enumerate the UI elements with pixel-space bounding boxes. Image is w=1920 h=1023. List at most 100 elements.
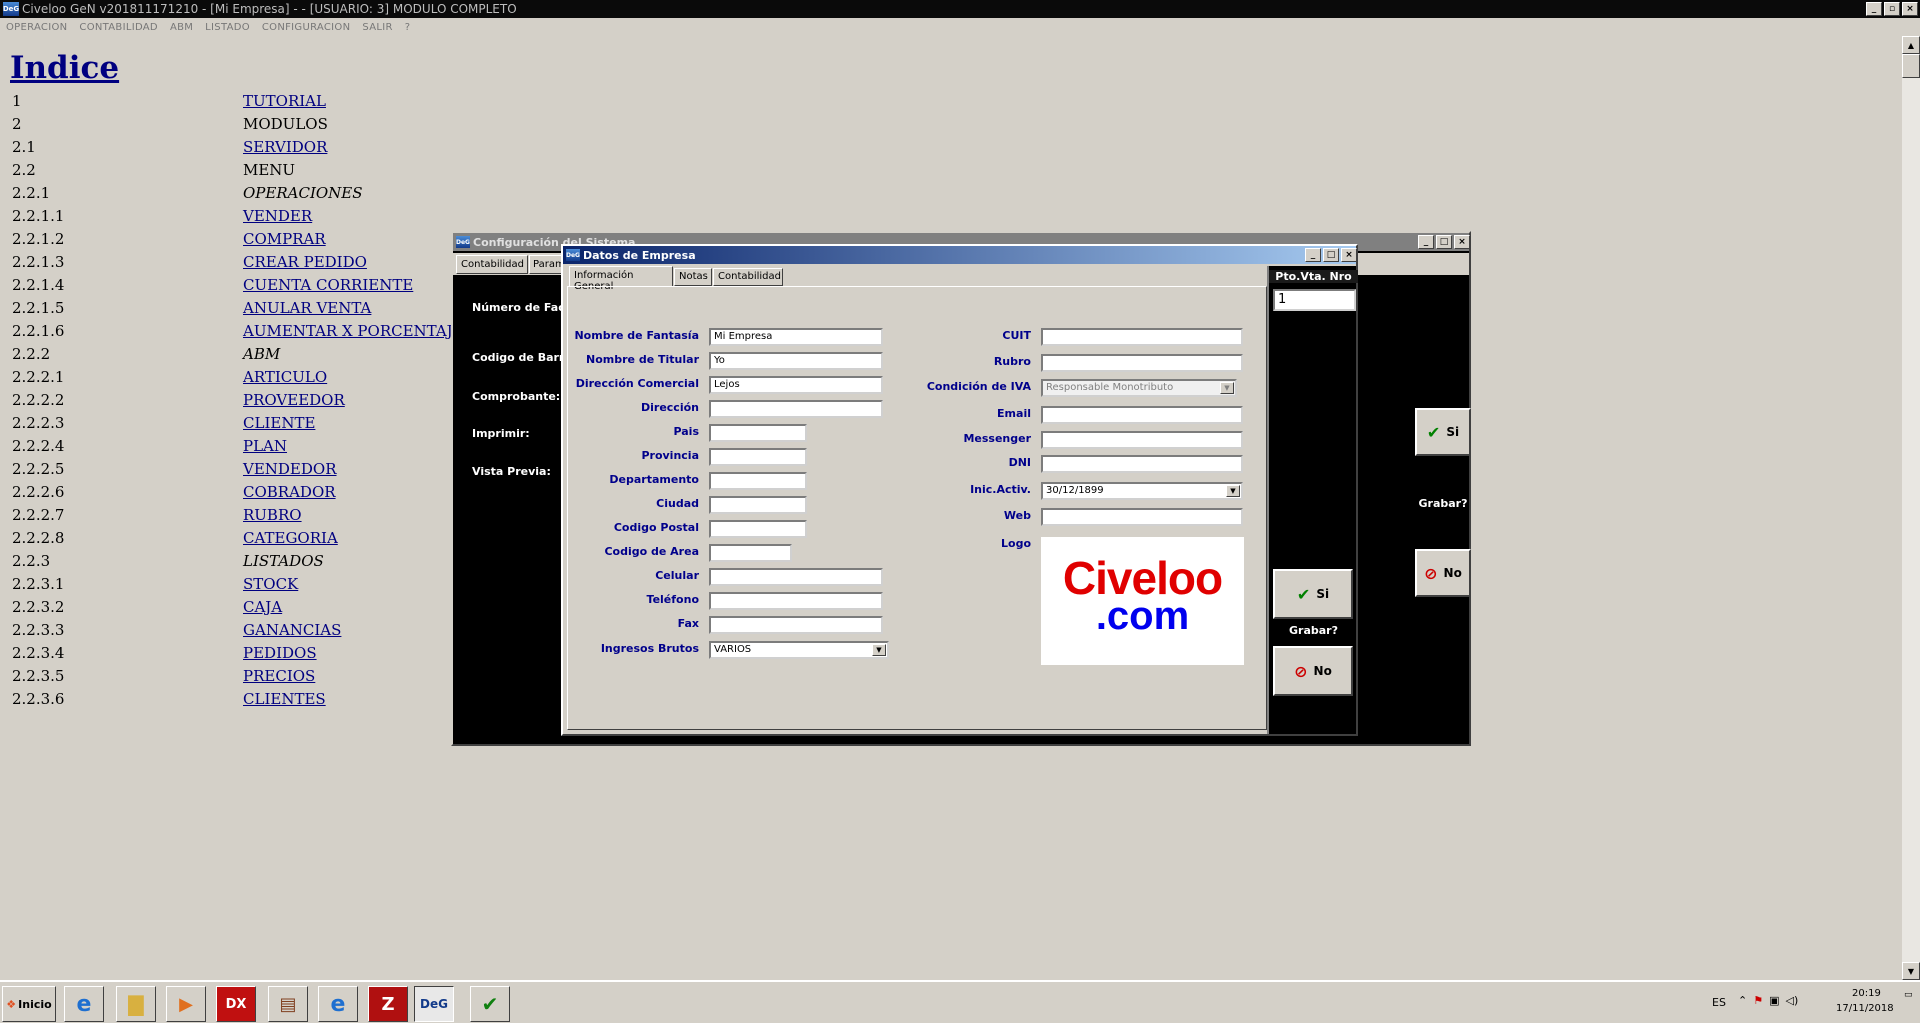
ie-icon[interactable]: e — [64, 986, 104, 1022]
index-link[interactable]: PRECIOS — [243, 667, 315, 685]
start-button[interactable]: ❖ Inicio — [2, 986, 56, 1022]
field-input[interactable] — [709, 424, 807, 442]
field-input[interactable] — [709, 472, 807, 490]
scroll-thumb[interactable] — [1902, 54, 1920, 78]
field-input[interactable] — [709, 592, 883, 610]
index-link[interactable]: CREAR PEDIDO — [243, 253, 367, 271]
index-link[interactable]: COBRADOR — [243, 483, 336, 501]
field-input[interactable] — [709, 544, 792, 562]
index-link[interactable]: AUMENTAR X PORCENTAJ — [243, 322, 453, 340]
index-row: 2.2.3.1 STOCK — [10, 575, 298, 598]
menu-help[interactable]: ? — [405, 22, 411, 33]
index-title[interactable]: Indice — [10, 50, 119, 86]
field-input[interactable] — [1041, 431, 1243, 449]
field-input[interactable]: Mi Empresa — [709, 328, 883, 346]
deg-icon[interactable]: DeG — [414, 986, 454, 1022]
field-input[interactable] — [1041, 328, 1243, 346]
index-link[interactable]: CAJA — [243, 598, 282, 616]
empresa-maximize-button[interactable]: □ — [1323, 248, 1339, 262]
config-no-button[interactable]: ⊘ No — [1415, 549, 1471, 597]
menu-operacion[interactable]: OPERACION — [6, 22, 67, 33]
index-link[interactable]: STOCK — [243, 575, 298, 593]
field-input[interactable] — [709, 496, 807, 514]
index-link[interactable]: CLIENTES — [243, 690, 326, 708]
tab-contabilidad[interactable]: Contabilidad — [713, 268, 783, 286]
field-input[interactable] — [709, 568, 883, 586]
vim-icon[interactable]: ✔ — [470, 986, 510, 1022]
field-input[interactable] — [1041, 354, 1243, 372]
network-icon[interactable]: ▣ — [1769, 994, 1779, 1007]
index-link[interactable]: TUTORIAL — [243, 92, 326, 110]
dx-icon[interactable]: DX — [216, 986, 256, 1022]
index-link[interactable]: PROVEEDOR — [243, 391, 345, 409]
tray-expand-icon[interactable]: ⌃ — [1738, 994, 1747, 1007]
config-restore-button[interactable]: □ — [1436, 235, 1452, 249]
filezilla-icon[interactable]: Z — [368, 986, 408, 1022]
index-link[interactable]: ANULAR VENTA — [243, 299, 371, 317]
menu-salir[interactable]: SALIR — [362, 22, 392, 33]
empresa-no-button[interactable]: ⊘ No — [1273, 646, 1353, 696]
field-input[interactable] — [709, 616, 883, 634]
index-link[interactable]: CATEGORIA — [243, 529, 338, 547]
clock-date[interactable]: 17/11/2018 — [1836, 1003, 1894, 1014]
empresa-minimize-button[interactable]: _ — [1305, 248, 1321, 262]
scroll-up-button[interactable]: ▲ — [1902, 36, 1920, 54]
company-logo-image[interactable]: Civeloo .com — [1041, 537, 1244, 665]
index-link[interactable]: VENDEDOR — [243, 460, 337, 478]
field-input[interactable]: Responsable Monotributo ▼ — [1041, 379, 1237, 397]
config-si-button[interactable]: ✔ Si — [1415, 408, 1471, 456]
index-link[interactable]: ARTICULO — [243, 368, 327, 386]
menu-listado[interactable]: LISTADO — [205, 22, 250, 33]
language-indicator[interactable]: ES — [1712, 996, 1726, 1009]
index-link[interactable]: GANANCIAS — [243, 621, 341, 639]
menu-configuracion[interactable]: CONFIGURACION — [262, 22, 351, 33]
tab-informacion-general[interactable]: Información General — [569, 266, 673, 292]
dropdown-arrow-icon[interactable]: ▼ — [1226, 485, 1240, 497]
field-input[interactable] — [1041, 406, 1243, 424]
menu-abm[interactable]: ABM — [170, 22, 193, 33]
dropdown-arrow-icon[interactable]: ▼ — [1220, 382, 1234, 394]
flag-icon[interactable]: ⚑ — [1753, 994, 1763, 1007]
field-input[interactable] — [709, 520, 807, 538]
field-input[interactable]: Yo — [709, 352, 883, 370]
field-input[interactable] — [1041, 455, 1243, 473]
index-link[interactable]: CLIENTE — [243, 414, 315, 432]
menu-contabilidad[interactable]: CONTABILIDAD — [79, 22, 158, 33]
close-button[interactable]: × — [1902, 2, 1918, 16]
folder-icon[interactable]: ▇ — [116, 986, 156, 1022]
field-label: Pais — [673, 425, 699, 438]
minimize-button[interactable]: _ — [1866, 2, 1882, 16]
config-close-button[interactable]: × — [1454, 235, 1470, 249]
index-link[interactable]: CUENTA CORRIENTE — [243, 276, 413, 294]
pto-vta-input[interactable]: 1 — [1273, 289, 1356, 311]
index-link[interactable]: PLAN — [243, 437, 287, 455]
index-link[interactable]: PEDIDOS — [243, 644, 317, 662]
empresa-close-button[interactable]: × — [1341, 248, 1357, 262]
field-input[interactable]: VARIOS ▼ — [709, 641, 889, 659]
index-number: 2.1 — [12, 138, 36, 156]
volume-icon[interactable]: ◁) — [1786, 994, 1799, 1007]
index-link[interactable]: VENDER — [243, 207, 312, 225]
index-link[interactable]: SERVIDOR — [243, 138, 327, 156]
field-input[interactable] — [709, 400, 883, 418]
empresa-si-button[interactable]: ✔ Si — [1273, 569, 1353, 619]
field-input[interactable]: 30/12/1899 ▼ — [1041, 482, 1243, 500]
field-input[interactable] — [1041, 508, 1243, 526]
field-input[interactable]: Lejos — [709, 376, 883, 394]
vertical-scrollbar[interactable]: ▲ ▼ — [1902, 36, 1920, 980]
scroll-down-button[interactable]: ▼ — [1902, 962, 1920, 980]
restore-button[interactable]: ▫ — [1884, 2, 1900, 16]
index-number: 2.2.1.2 — [12, 230, 65, 248]
dropdown-arrow-icon[interactable]: ▼ — [872, 644, 886, 656]
show-desktop-button[interactable]: ▭ — [1904, 990, 1918, 1016]
clock-time[interactable]: 20:19 — [1852, 988, 1881, 999]
archive-icon[interactable]: ▤ — [268, 986, 308, 1022]
index-link[interactable]: COMPRAR — [243, 230, 326, 248]
config-tab-contabilidad[interactable]: Contabilidad — [456, 255, 528, 274]
media-player-icon[interactable]: ▶ — [166, 986, 206, 1022]
tab-notas[interactable]: Notas — [674, 268, 712, 286]
index-link[interactable]: RUBRO — [243, 506, 302, 524]
ie-alt-icon[interactable]: e — [318, 986, 358, 1022]
config-minimize-button[interactable]: _ — [1418, 235, 1434, 249]
field-input[interactable] — [709, 448, 807, 466]
